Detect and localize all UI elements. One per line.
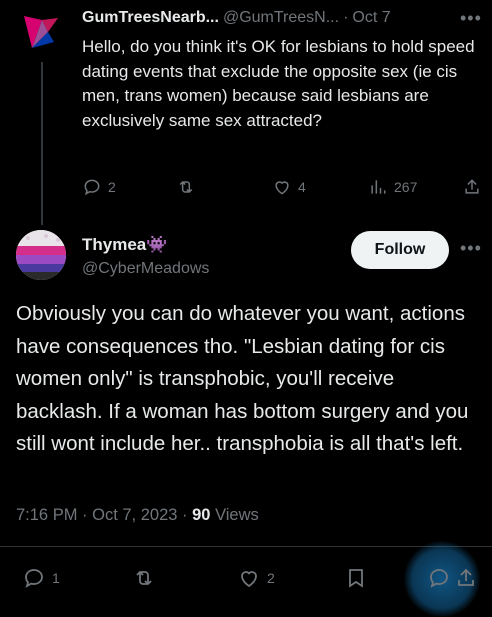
separator-dot: · (77, 506, 93, 524)
tweet-text: Hello, do you think it's OK for lesbians… (82, 37, 475, 130)
divider (0, 546, 492, 547)
user-handle[interactable]: @CyberMeadows (82, 260, 209, 278)
tweet-date[interactable]: Oct 7 (352, 9, 390, 26)
like-button[interactable]: 2 (237, 566, 275, 590)
more-icon[interactable]: ••• (460, 8, 482, 29)
tweet-header: GumTreesNearb... @GumTreesN... · Oct 7 (82, 9, 391, 27)
retweet-button[interactable] (132, 566, 156, 590)
user-handle[interactable]: @GumTreesN... (223, 9, 339, 26)
like-icon (241, 571, 257, 588)
like-count: 4 (298, 179, 306, 195)
views-label: Views (215, 506, 259, 524)
share-button[interactable] (454, 566, 478, 590)
separator-dot: · (177, 506, 193, 524)
reply-count: 1 (52, 570, 60, 586)
reply-icon (430, 569, 448, 588)
views-button[interactable]: 267 (368, 177, 417, 197)
reply-icon (25, 569, 43, 588)
tweet-text: Obviously you can do whatever you want, … (16, 302, 469, 455)
share-icon (465, 179, 479, 194)
share-button[interactable] (462, 177, 482, 197)
reply-button[interactable]: 2 (82, 177, 116, 197)
more-icon[interactable]: ••• (460, 238, 482, 259)
tweet-meta: 7:16 PM · Oct 7, 2023 · 90 Views (16, 506, 259, 525)
tweet-actions: 1 2 (22, 566, 482, 592)
bookmark-button[interactable] (344, 566, 368, 590)
retweet-button[interactable] (176, 177, 196, 197)
separator-dot: · (343, 9, 349, 26)
avatar[interactable] (18, 8, 64, 54)
reply-count: 2 (108, 179, 116, 195)
views-count: 90 (192, 506, 211, 524)
reply-icon (84, 179, 100, 196)
tweet-actions: 2 4 267 (82, 177, 482, 199)
follow-button[interactable]: Follow (351, 231, 449, 269)
bookmark-icon (349, 569, 363, 588)
tweet-date[interactable]: Oct 7, 2023 (92, 506, 177, 524)
views-count: 267 (394, 179, 418, 195)
reply-share-button[interactable] (427, 566, 451, 590)
share-icon (458, 568, 474, 586)
reply-button[interactable]: 1 (22, 566, 60, 590)
retweet-icon (179, 180, 193, 194)
like-count: 2 (267, 570, 275, 586)
like-button[interactable]: 4 (272, 177, 306, 197)
retweet-icon (136, 570, 152, 586)
avatar[interactable] (16, 230, 66, 280)
tweet-time[interactable]: 7:16 PM (16, 506, 77, 524)
display-name[interactable]: GumTreesNearb... (82, 9, 219, 26)
views-icon (371, 180, 386, 194)
thread-connector (41, 62, 43, 225)
display-name[interactable]: Thymea👾 (82, 235, 167, 255)
like-icon (275, 181, 289, 195)
